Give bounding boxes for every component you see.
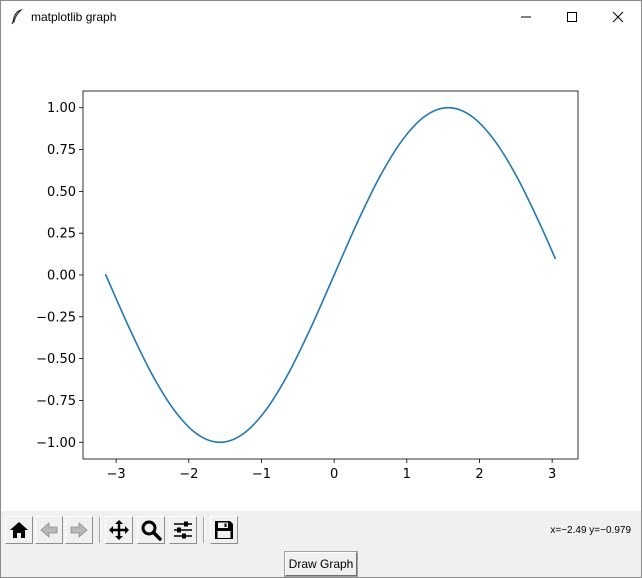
magnifier-icon [141,520,162,541]
x-tick-label: 2 [475,467,483,482]
data-point [538,222,541,225]
subplots-button[interactable] [169,516,197,544]
move-arrows-icon [109,520,129,540]
x-tick-label: −3 [107,467,126,482]
y-tick-label: 0.00 [47,269,76,284]
data-point [333,274,335,276]
back-arrow-icon [40,522,58,538]
data-point [105,274,107,276]
y-axis-ticks: 1.00 0.75 0.50 0.25 0.00 −0.25 −0.50 −0.75 −1.00 [36,101,83,451]
x-tick-label: −2 [179,467,198,482]
axes-frame [82,90,579,460]
y-tick-label: −0.75 [36,394,76,409]
data-point [424,115,427,117]
maximize-icon [567,11,577,22]
data-point [401,138,404,141]
forward-button[interactable] [65,516,93,544]
zoom-button[interactable] [137,516,165,544]
data-point [219,441,221,444]
close-button[interactable] [595,1,641,32]
feather-icon [11,8,23,25]
y-tick-label: −1.00 [36,436,76,451]
navigation-toolbar: x=−2.49 y=−0.979 [1,511,641,549]
x-tick-label: 3 [548,467,556,482]
toolbar-separator [99,517,101,543]
sliders-icon [174,521,192,539]
data-point [196,433,198,435]
y-tick-label: 0.75 [47,143,76,158]
data-point [150,372,153,375]
y-tick-label: −0.25 [36,310,76,325]
data-point [356,222,358,225]
data-point [242,433,244,435]
save-button[interactable] [210,516,238,544]
home-button[interactable] [5,516,33,544]
back-button[interactable] [35,516,63,544]
data-point [447,106,450,109]
title-bar[interactable]: matplotlib graph [1,1,641,32]
data-point [310,325,313,328]
home-icon [10,522,28,538]
floppy-disk-icon [215,521,233,539]
data-point [127,325,130,328]
data-point [554,257,556,260]
minimize-icon [521,16,531,17]
x-tick-label: 1 [403,467,411,482]
pan-button[interactable] [105,516,133,544]
maximize-button[interactable] [549,1,595,32]
data-point [378,175,381,178]
x-tick-label: 0 [330,467,338,482]
data-point [493,138,495,141]
window-title: matplotlib graph [31,10,117,24]
close-icon [612,11,624,22]
toolbar-separator [203,517,205,543]
data-point [264,409,267,412]
forward-arrow-icon [70,522,88,538]
data-point [470,115,472,117]
x-axis-ticks: −3 −2 −1 0 1 2 3 [107,459,556,482]
cursor-coordinates: x=−2.49 y=−0.979 [550,525,631,536]
x-tick-label: −1 [252,467,271,482]
minimize-button[interactable] [503,1,549,32]
sine-chart: −3 −2 −1 0 1 2 3 1.00 0.75 0.50 0.25 0.00 −0.25 −0.5… [36,90,579,482]
y-tick-label: −0.50 [36,352,76,367]
bottom-panel: Draw Graph [1,549,641,577]
draw-graph-button[interactable]: Draw Graph [285,552,357,576]
y-tick-label: 0.25 [47,227,76,242]
plot-canvas[interactable]: −3 −2 −1 0 1 2 3 1.00 0.75 0.50 0.25 0.00 −0.25 −0.5… [1,32,641,511]
y-tick-label: 0.50 [47,185,76,200]
data-point [515,175,518,178]
data-point [287,372,290,375]
data-point [173,409,176,412]
y-tick-label: 1.00 [47,101,76,116]
app-window: matplotlib graph −3 −2 −1 0 1 2 3 1.00 0.75 0.50… [0,0,642,578]
